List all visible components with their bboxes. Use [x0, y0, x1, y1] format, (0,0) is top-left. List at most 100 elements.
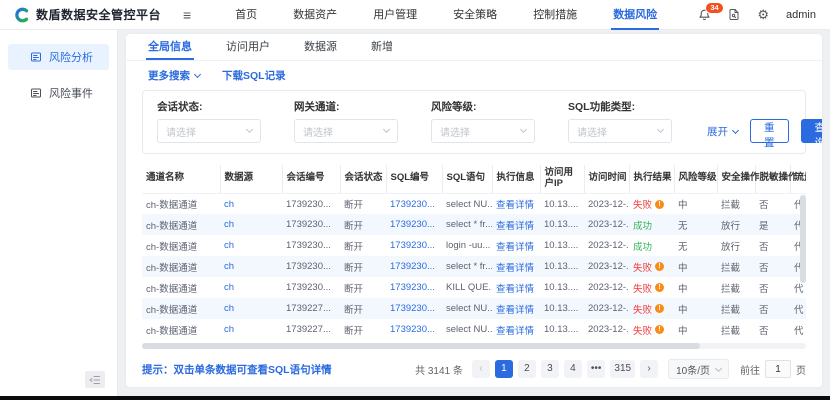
username[interactable]: admin — [786, 9, 816, 21]
cell-sql-statement: select NU... — [442, 193, 492, 214]
nav-item[interactable]: 数据风险 — [595, 0, 675, 30]
page-button[interactable]: 3 — [541, 360, 559, 378]
download-sql-link[interactable]: 下载SQL记录 — [222, 68, 286, 83]
cell-mask-action: 是 — [755, 214, 790, 235]
notifications-bell-icon[interactable]: 34 — [698, 8, 711, 21]
column-header: 安全操作 — [717, 165, 755, 193]
view-detail-link[interactable]: 查看详情 — [492, 235, 540, 256]
filter-select[interactable]: 请选择 — [294, 119, 398, 143]
sql-no-link[interactable]: 1739230... — [386, 298, 442, 319]
cell-risk-level: 中 — [674, 298, 717, 319]
table-row[interactable]: ch-数据通道 ch 1739227... 断开 1739230... sele… — [142, 298, 806, 319]
datasource-link[interactable]: ch — [220, 193, 282, 214]
table-row[interactable]: ch-数据通道 ch 1739227... 断开 1739230... sele… — [142, 319, 806, 340]
cell-security-action: 放行 — [717, 235, 755, 256]
view-detail-link[interactable]: 查看详情 — [492, 214, 540, 235]
cell-session-no: 1739227... — [282, 319, 340, 340]
more-search-link[interactable]: 更多搜索 — [148, 68, 200, 83]
nav-item[interactable]: 安全策略 — [435, 0, 515, 30]
cell-mask-action: 否 — [755, 277, 790, 298]
query-button[interactable]: 查询 — [801, 119, 823, 143]
settings-gear-icon[interactable]: ⚙ — [757, 8, 769, 21]
header-actions: 34 ⚙ admin — [698, 8, 816, 21]
page-button[interactable]: 315 — [610, 360, 635, 378]
audit-document-icon[interactable] — [728, 8, 740, 21]
tab[interactable]: ⊕数据源 — [292, 34, 349, 60]
filter-select[interactable]: 请选择 — [157, 119, 261, 143]
cell-access-time: 2023-12-... — [584, 235, 629, 256]
datasource-link[interactable]: ch — [220, 298, 282, 319]
select-placeholder: 请选择 — [166, 124, 196, 139]
sidebar-item[interactable]: 风险事件 — [8, 80, 109, 106]
page-button[interactable]: ••• — [587, 360, 606, 378]
sql-no-link[interactable]: 1739230... — [386, 277, 442, 298]
datasource-link[interactable]: ch — [220, 214, 282, 235]
column-header: 风险等级 — [674, 165, 717, 193]
prev-page-button[interactable]: ‹ — [472, 360, 490, 378]
filter-select[interactable]: 请选择 — [431, 119, 535, 143]
column-header: 访问时间 — [584, 165, 629, 193]
chevron-down-icon — [194, 70, 201, 77]
nav-item[interactable]: 控制措施 — [515, 0, 595, 30]
reset-button[interactable]: 重置 — [750, 119, 789, 143]
view-detail-link[interactable]: 查看详情 — [492, 256, 540, 277]
sidebar-item[interactable]: 风险分析 — [8, 44, 109, 70]
datasource-link[interactable]: ch — [220, 235, 282, 256]
goto-page-input[interactable] — [765, 360, 791, 378]
datasource-link[interactable]: ch — [220, 256, 282, 277]
hamburger-menu-icon[interactable]: ≡ — [183, 8, 191, 22]
tab-label: 访问用户 — [226, 34, 270, 60]
result-text: 失败 — [633, 260, 652, 274]
page-button[interactable]: 2 — [518, 360, 536, 378]
datasource-link[interactable]: ch — [220, 319, 282, 340]
nav-item[interactable]: 首页 — [217, 0, 275, 30]
filter-label: SQL功能类型: — [568, 99, 672, 114]
column-header: 执行结果 — [629, 165, 674, 193]
sql-no-link[interactable]: 1739230... — [386, 256, 442, 277]
table-row[interactable]: ch-数据通道 ch 1739230... 断开 1739230... sele… — [142, 256, 806, 277]
cell-user-ip: 10.13.... — [540, 214, 584, 235]
datasource-link[interactable]: ch — [220, 277, 282, 298]
page-button[interactable]: 4 — [564, 360, 582, 378]
cell-security-action: 拦截 — [717, 298, 755, 319]
fail-warning-icon: ! — [655, 325, 664, 334]
cell-security-action: 放行 — [717, 214, 755, 235]
table-row[interactable]: ch-数据通道 ch 1739230... 断开 1739230... logi… — [142, 235, 806, 256]
view-detail-link[interactable]: 查看详情 — [492, 319, 540, 340]
nav-item[interactable]: 数据资产 — [275, 0, 355, 30]
view-detail-link[interactable]: 查看详情 — [492, 193, 540, 214]
cell-security-action: 拦截 — [717, 256, 755, 277]
tab[interactable]: ⊕全局信息 — [136, 34, 204, 60]
cell-access-time: 2023-12-... — [584, 277, 629, 298]
sql-no-link[interactable]: 1739230... — [386, 319, 442, 340]
vertical-scrollbar[interactable] — [800, 195, 806, 336]
filter-panel: 会话状态: 请选择 网关通道: 请选择 — [142, 90, 806, 154]
cell-session-no: 1739230... — [282, 193, 340, 214]
filter-field: 会话状态: 请选择 — [157, 99, 261, 143]
next-page-button[interactable]: › — [640, 360, 658, 378]
cell-exec-result: 失败! — [629, 277, 674, 298]
page-button[interactable]: 1 — [495, 360, 513, 378]
nav-item[interactable]: 用户管理 — [355, 0, 435, 30]
table-footer: 提示：双击单条数据可查看SQL语句详情 共 3141 条 ‹ 1 2 3 4 — [126, 349, 822, 387]
table-row[interactable]: ch-数据通道 ch 1739230... 断开 1739230... KILL… — [142, 277, 806, 298]
cell-user-ip: 10.13.... — [540, 235, 584, 256]
table-row[interactable]: ch-数据通道 ch 1739230... 断开 1739230... sele… — [142, 214, 806, 235]
collapse-sidebar-button[interactable] — [85, 371, 105, 388]
expand-filters-link[interactable]: 展开 — [707, 124, 738, 139]
sql-no-link[interactable]: 1739230... — [386, 235, 442, 256]
tab[interactable]: ⊕访问用户 — [214, 34, 282, 60]
cell-sql-statement: select NU... — [442, 319, 492, 340]
table-row[interactable]: ch-数据通道 ch 1739230... 断开 1739230... sele… — [142, 193, 806, 214]
view-detail-link[interactable]: 查看详情 — [492, 298, 540, 319]
tab[interactable]: ⊕新增 — [359, 34, 405, 60]
sql-no-link[interactable]: 1739230... — [386, 214, 442, 235]
page-size-select[interactable]: 10条/页 — [668, 359, 729, 379]
filter-field: 网关通道: 请选择 — [294, 99, 398, 143]
sql-no-link[interactable]: 1739230... — [386, 193, 442, 214]
filter-select[interactable]: 请选择 — [568, 119, 672, 143]
column-header: 执行信息 — [492, 165, 540, 193]
filter-field: 风险等级: 请选择 — [431, 99, 535, 143]
view-detail-link[interactable]: 查看详情 — [492, 277, 540, 298]
cell-sql-statement: KILL QUE... — [442, 277, 492, 298]
